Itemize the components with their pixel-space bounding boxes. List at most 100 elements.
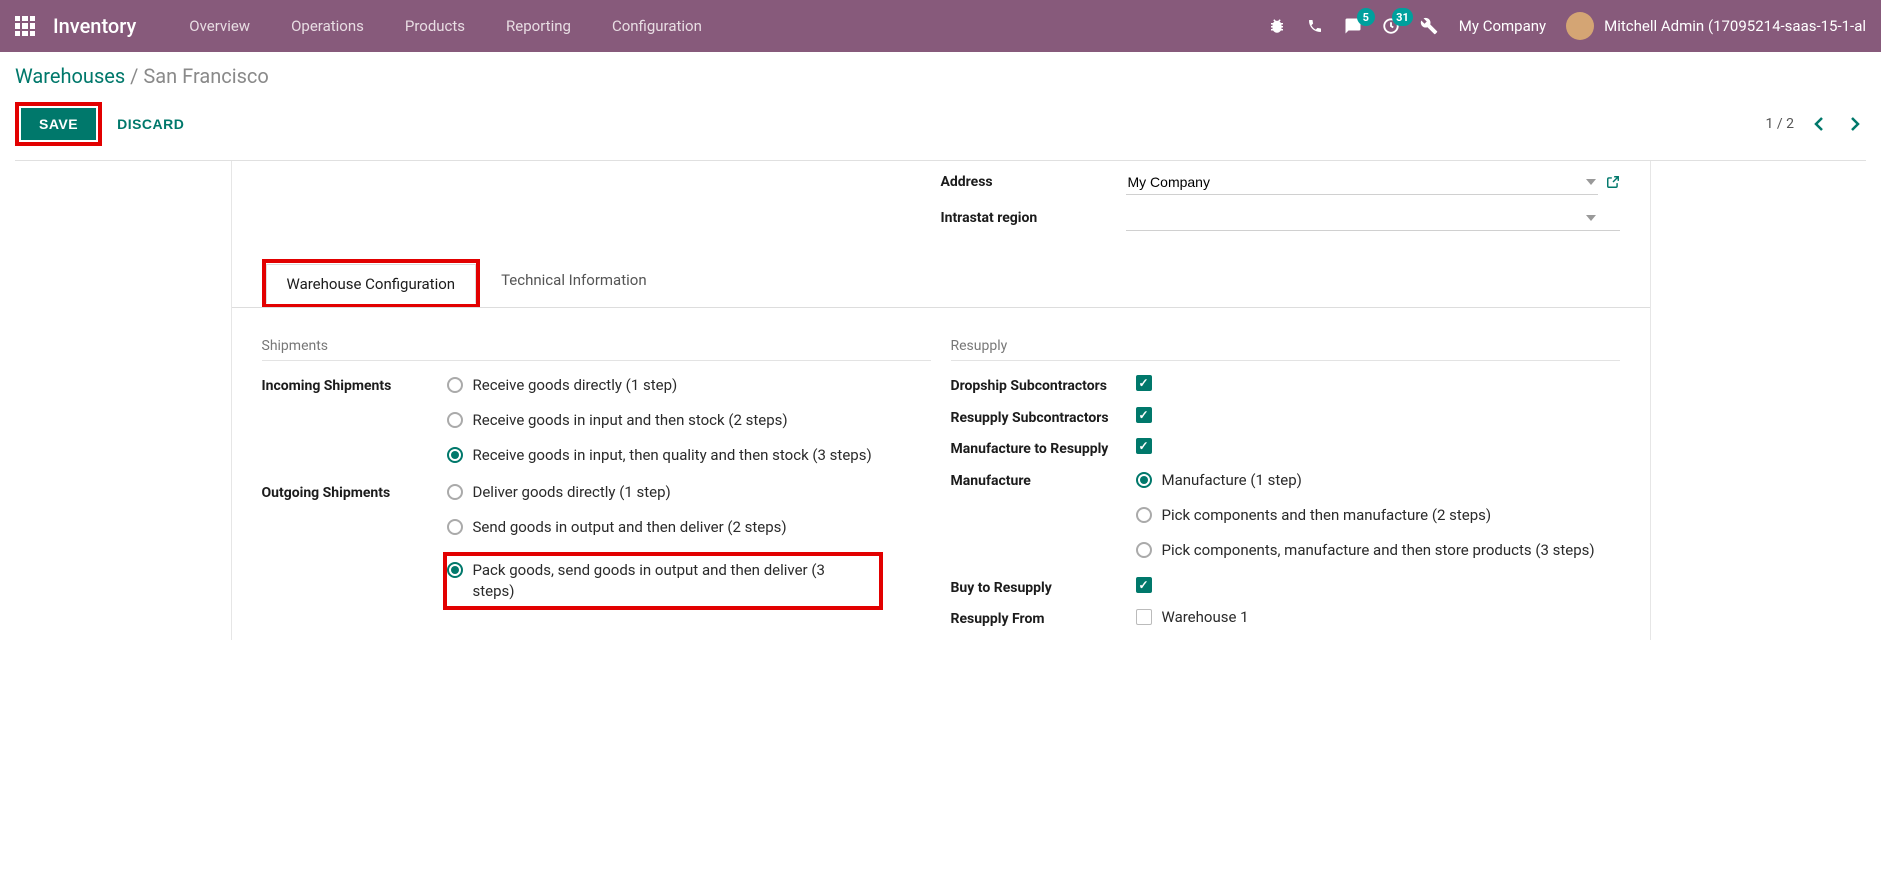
radio-icon [447, 412, 463, 428]
nav-reporting[interactable]: Reporting [488, 9, 589, 43]
manufacture-opt-2[interactable]: Pick components and then manufacture (2 … [1136, 505, 1620, 526]
outgoing-label: Outgoing Shipments [262, 482, 447, 610]
address-label: Address [941, 174, 1126, 190]
resupply-from-label: Resupply From [951, 608, 1136, 630]
manufacture-opt-3[interactable]: Pick components, manufacture and then st… [1136, 540, 1620, 561]
radio-icon [1136, 472, 1152, 488]
pager: 1 / 2 [1766, 113, 1866, 135]
buy-checkbox[interactable] [1136, 577, 1152, 593]
resupply-from-row: Resupply From Warehouse 1 [951, 608, 1620, 630]
radio-icon [447, 447, 463, 463]
top-nav: Inventory Overview Operations Products R… [0, 0, 1881, 52]
save-button[interactable]: SAVE [21, 108, 96, 140]
incoming-opt-1-text: Receive goods directly (1 step) [473, 375, 678, 396]
highlight-tab: Warehouse Configuration [262, 259, 481, 307]
address-input[interactable] [1126, 170, 1598, 195]
nav-menu: Overview Operations Products Reporting C… [171, 9, 720, 43]
action-row: SAVE DISCARD 1 / 2 [15, 102, 1866, 146]
highlight-save: SAVE [15, 102, 102, 146]
shipments-section: Shipments [262, 338, 931, 361]
app-title[interactable]: Inventory [53, 14, 136, 38]
breadcrumb-root[interactable]: Warehouses [15, 64, 125, 88]
top-fields: Address Intrastat region [232, 161, 1650, 259]
incoming-opt-2[interactable]: Receive goods in input and then stock (2… [447, 410, 931, 431]
manufacture-opt-1[interactable]: Manufacture (1 step) [1136, 470, 1620, 491]
outgoing-opt-3[interactable]: Pack goods, send goods in output and the… [447, 560, 875, 602]
radio-icon [447, 519, 463, 535]
outgoing-shipments: Outgoing Shipments Deliver goods directl… [262, 482, 931, 610]
manufacture-opt-3-text: Pick components, manufacture and then st… [1162, 540, 1595, 561]
chat-icon[interactable]: 5 [1343, 16, 1363, 36]
tools-icon[interactable] [1419, 16, 1439, 36]
breadcrumb-sep: / [130, 64, 143, 88]
nav-overview[interactable]: Overview [171, 9, 268, 43]
outgoing-opt-1[interactable]: Deliver goods directly (1 step) [447, 482, 931, 503]
dropship-label: Dropship Subcontractors [951, 375, 1136, 397]
bug-icon[interactable] [1267, 16, 1287, 36]
user-menu[interactable]: Mitchell Admin (17095214-saas-15-1-al [1566, 12, 1866, 40]
incoming-shipments: Incoming Shipments Receive goods directl… [262, 375, 931, 472]
buy-resupply-row: Buy to Resupply [951, 577, 1620, 599]
resupply-sub-row: Resupply Subcontractors [951, 407, 1620, 429]
pager-text: 1 / 2 [1766, 116, 1794, 132]
incoming-opt-3[interactable]: Receive goods in input, then quality and… [447, 445, 931, 466]
mfg-resupply-checkbox[interactable] [1136, 438, 1152, 454]
incoming-opt-3-text: Receive goods in input, then quality and… [473, 445, 872, 466]
resupply-section: Resupply [951, 338, 1620, 361]
highlight-outgoing-3: Pack goods, send goods in output and the… [443, 552, 883, 610]
discard-button[interactable]: DISCARD [102, 109, 199, 139]
outgoing-opt-3-text: Pack goods, send goods in output and the… [473, 560, 855, 602]
control-bar: Warehouses / San Francisco SAVE DISCARD … [0, 52, 1881, 161]
resupply-sub-label: Resupply Subcontractors [951, 407, 1136, 429]
apps-icon[interactable] [15, 16, 35, 36]
radio-icon [1136, 542, 1152, 558]
mfg-resupply-label: Manufacture to Resupply [951, 438, 1136, 460]
pager-prev[interactable] [1808, 113, 1830, 135]
user-name: Mitchell Admin (17095214-saas-15-1-al [1604, 17, 1866, 35]
outgoing-opt-2[interactable]: Send goods in output and then deliver (2… [447, 517, 931, 538]
mfg-resupply-row: Manufacture to Resupply [951, 438, 1620, 460]
field-intrastat: Intrastat region [941, 203, 1620, 233]
intrastat-input[interactable] [1126, 206, 1620, 231]
incoming-opt-1[interactable]: Receive goods directly (1 step) [447, 375, 931, 396]
resupply-from-option: Warehouse 1 [1162, 608, 1249, 626]
dropship-checkbox[interactable] [1136, 375, 1152, 391]
radio-icon [447, 377, 463, 393]
manufacture-opt-2-text: Pick components and then manufacture (2 … [1162, 505, 1492, 526]
incoming-opt-2-text: Receive goods in input and then stock (2… [473, 410, 788, 431]
resupply-sub-checkbox[interactable] [1136, 407, 1152, 423]
nav-configuration[interactable]: Configuration [594, 9, 720, 43]
incoming-label: Incoming Shipments [262, 375, 447, 472]
breadcrumb: Warehouses / San Francisco [15, 64, 1866, 88]
resupply-column: Resupply Dropship Subcontractors Resuppl… [951, 338, 1620, 640]
radio-icon [447, 562, 463, 578]
manufacture-label: Manufacture [951, 470, 1136, 567]
systray: 5 31 [1267, 16, 1439, 36]
dropship-row: Dropship Subcontractors [951, 375, 1620, 397]
external-link-icon[interactable] [1606, 175, 1620, 189]
chat-badge: 5 [1357, 8, 1375, 26]
clock-icon[interactable]: 31 [1381, 16, 1401, 36]
resupply-from-checkbox[interactable] [1136, 609, 1152, 625]
avatar [1566, 12, 1594, 40]
phone-icon[interactable] [1305, 16, 1325, 36]
radio-icon [447, 484, 463, 500]
outgoing-opt-1-text: Deliver goods directly (1 step) [473, 482, 671, 503]
nav-operations[interactable]: Operations [273, 9, 382, 43]
tab-warehouse-config[interactable]: Warehouse Configuration [266, 264, 477, 304]
form-sheet: Address Intrastat region [231, 161, 1651, 640]
tab-technical-info[interactable]: Technical Information [480, 260, 668, 308]
intrastat-label: Intrastat region [941, 210, 1126, 226]
outgoing-opt-2-text: Send goods in output and then deliver (2… [473, 517, 787, 538]
activity-badge: 31 [1392, 8, 1413, 26]
pager-next[interactable] [1844, 113, 1866, 135]
nav-products[interactable]: Products [387, 9, 483, 43]
company-switcher[interactable]: My Company [1459, 17, 1546, 35]
shipments-column: Shipments Incoming Shipments Receive goo… [262, 338, 931, 640]
buy-label: Buy to Resupply [951, 577, 1136, 599]
field-address: Address [941, 167, 1620, 197]
breadcrumb-current: San Francisco [143, 64, 268, 88]
manufacture-row: Manufacture Manufacture (1 step) Pick co… [951, 470, 1620, 567]
manufacture-opt-1-text: Manufacture (1 step) [1162, 470, 1302, 491]
tab-content: Shipments Incoming Shipments Receive goo… [232, 308, 1650, 640]
